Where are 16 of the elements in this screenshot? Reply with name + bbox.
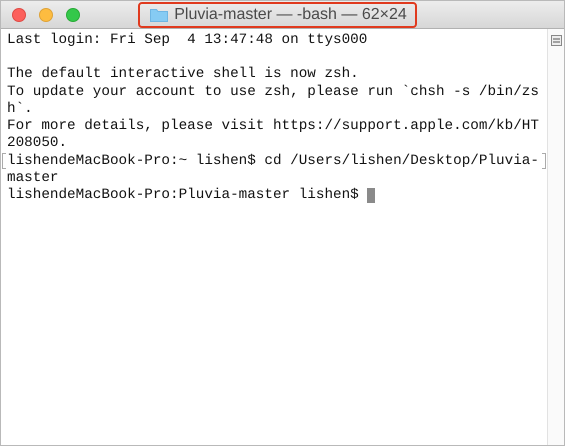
terminal-line: The default interactive shell is now zsh. — [7, 66, 359, 82]
minimize-button[interactable] — [39, 8, 53, 22]
zoom-button[interactable] — [66, 8, 80, 22]
terminal-line: For more details, please visit https://support.apple.com/kb/HT — [7, 118, 539, 134]
terminal-line: master — [7, 170, 58, 186]
scroll-bar[interactable] — [547, 29, 564, 445]
terminal-line: Last login: Fri Sep 4 13:47:48 on ttys000 — [7, 32, 368, 48]
terminal-line: To update your account to use zsh, please run `chsh -s /bin/zs — [7, 84, 539, 100]
folder-icon — [150, 8, 168, 22]
terminal-line: h`. — [7, 100, 33, 117]
close-button[interactable] — [12, 8, 26, 22]
window-title: Pluvia-master — -bash — 62×24 — [174, 6, 407, 24]
terminal-line: lishendeMacBook-Pro:Pluvia-master lishen$ — [7, 187, 360, 204]
terminal-line: lishendeMacBook-Pro:~ lishen$ cd /Users/lishen/Desktop/Pluvia- — [7, 152, 539, 169]
lines-icon — [550, 35, 562, 46]
terminal-line: 208050. — [7, 135, 68, 152]
